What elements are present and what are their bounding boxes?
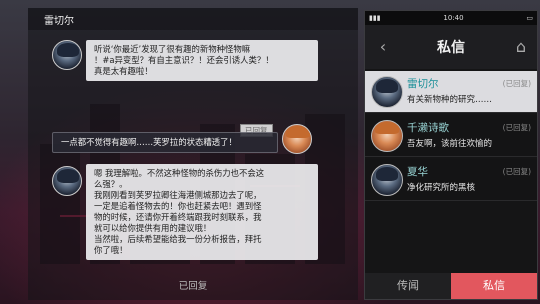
contact-preview: 吾友啊，该前往欢愉的 (407, 139, 493, 149)
phone-time: 10:40 (443, 14, 464, 22)
message-bubble-rachel-1: 听说‘你最近’发现了很有趣的新物种怪物嘛 ！#a异变型？有自主意识？！还会引诱人… (86, 40, 318, 81)
contact-status: (已回复) (502, 79, 531, 88)
chat-header: 雷切尔 (28, 8, 358, 30)
message-line: 我刚刚看到芙罗拉卿往海港侧城那边去了呢， (94, 190, 262, 200)
message-line: 当然啦，后续希望能给我一份分析报告，拜托 (94, 234, 262, 244)
rachel-avatar (52, 166, 82, 196)
chat-contact-name: 雷切尔 (44, 15, 74, 27)
signal-icon: ▮▮▮ (369, 14, 381, 22)
contact-avatar (371, 120, 403, 152)
battery-icon: ▭ (526, 14, 533, 22)
message-line: 么强？。 (94, 179, 128, 189)
rachel-avatar (52, 40, 82, 70)
phone-title: 私信 (437, 40, 465, 56)
contact-item-shige[interactable]: 千濑诗歌 (已回复) 吾友啊，该前往欢愉的 (365, 115, 537, 157)
message-line: 你了哦！ (94, 245, 128, 255)
contact-item-xiahua[interactable]: 夏华 (已回复) 净化研究所的黑核 (365, 159, 537, 201)
phone-device: ▮▮▮ 10:40 ▭ ‹ 私信 ⌂ 雷切尔 (已回复) 有关新物种的研究…… … (364, 10, 538, 300)
message-text: 一点都不觉得有趣啊……芙罗拉的状态糟透了！ (61, 137, 237, 147)
back-icon[interactable]: ‹ (373, 37, 393, 57)
player-avatar (282, 124, 312, 154)
contact-name: 千濑诗歌 (407, 122, 449, 134)
message-line: 一定是追着怪物去的！你也赶紧去吧！遇到怪 (94, 201, 262, 211)
message-bubble-rachel-2: 嗯 我理解啦。不然这种怪物的杀伤力也不会这 么强？。 我刚刚看到芙罗拉卿往海港侧… (86, 164, 318, 260)
contact-avatar (371, 76, 403, 108)
contact-preview: 有关新物种的研究…… (407, 95, 493, 105)
home-icon[interactable]: ⌂ (511, 37, 531, 57)
message-line: 嗯 我理解啦。不然这种怪物的杀伤力也不会这 (94, 168, 265, 178)
tab-private-message[interactable]: 私信 (451, 273, 537, 299)
contact-avatar (371, 164, 403, 196)
contact-name: 雷切尔 (407, 78, 439, 90)
tab-rumor[interactable]: 传闻 (365, 273, 451, 299)
contact-preview: 净化研究所的黑核 (407, 183, 476, 193)
phone-nav-bar: ‹ 私信 ⌂ (365, 25, 537, 69)
message-line: 听说‘你最近’发现了很有趣的新物种怪物嘛 (94, 44, 251, 54)
contact-item-rachel[interactable]: 雷切尔 (已回复) 有关新物种的研究…… (365, 71, 537, 113)
phone-status-bar: ▮▮▮ 10:40 ▭ (365, 11, 537, 25)
contact-status: (已回复) (502, 167, 531, 176)
message-line: 物的时候，还请你开着终端跟我时刻联系，我 (94, 212, 262, 222)
contact-name: 夏华 (407, 166, 428, 178)
message-line: 真是太有趣啦！ (94, 66, 153, 76)
bottom-replied-status: 已回复 (178, 281, 208, 292)
message-bubble-player: 一点都不觉得有趣啊……芙罗拉的状态糟透了！ (52, 132, 278, 153)
phone-tabs: 传闻 私信 (365, 273, 537, 299)
message-line: 就可以给你提供有用的建议哦！ (94, 223, 212, 233)
contact-status: (已回复) (502, 123, 531, 132)
message-line: ！#a异变型？有自主意识？！还会引诱人类？！ (94, 55, 274, 65)
